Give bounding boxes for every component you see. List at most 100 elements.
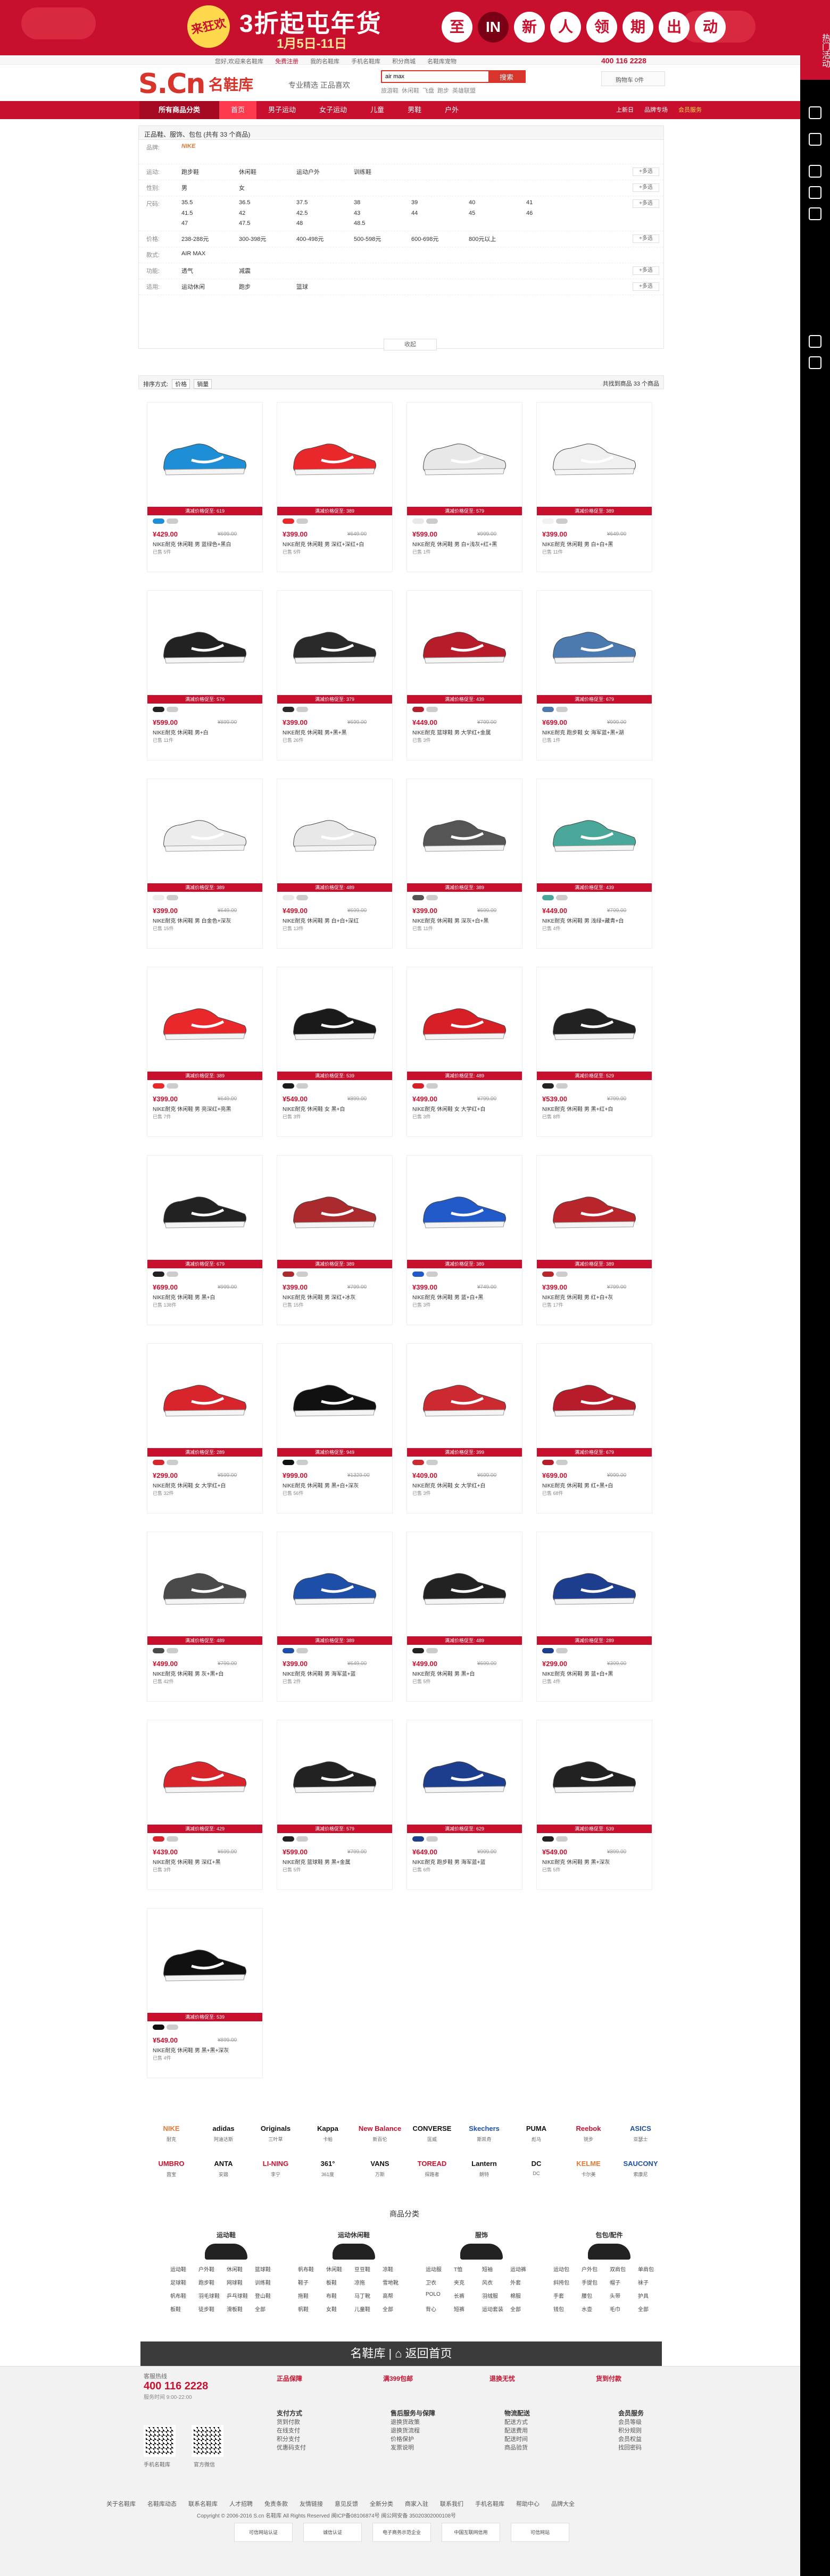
color-swatch[interactable]	[167, 1836, 178, 1842]
category-link[interactable]: 休闲鞋	[227, 2265, 254, 2273]
site-logo[interactable]: S.Cn	[138, 68, 205, 100]
footer-link[interactable]: 找回密码	[618, 2444, 732, 2452]
color-swatch[interactable]	[167, 518, 178, 524]
color-swatch[interactable]	[296, 1836, 308, 1842]
product-name[interactable]: NIKE耐克 休闲鞋 男 亮深红+亮黑	[153, 1105, 257, 1113]
footer-link[interactable]: 积分规则	[618, 2427, 732, 2435]
brand-logo[interactable]: VANS 万斯	[353, 2157, 406, 2187]
product-image[interactable]	[153, 785, 257, 882]
nav-item-shoes[interactable]: 男鞋	[396, 101, 433, 119]
category-link[interactable]: 卫衣	[426, 2278, 453, 2286]
category-link[interactable]: 运动套装	[482, 2305, 509, 2313]
product-image[interactable]	[153, 974, 257, 1070]
promo-banner[interactable]: 来狂欢 3折起屯年货 1月5日-11日 至 IN 新 人 领 期 出 动	[0, 0, 830, 55]
product-card[interactable]: 满减价格促至: 579 ¥599.00 ¥799.00 NIKE耐克 篮球鞋 男 黑+…	[277, 1720, 393, 1890]
multi-select-button[interactable]: +多选	[633, 235, 659, 243]
category-link[interactable]: 全部	[255, 2305, 282, 2313]
color-swatch[interactable]	[426, 895, 438, 900]
category-link[interactable]: 滑板鞋	[227, 2305, 254, 2313]
category-link[interactable]: 足球鞋	[170, 2278, 197, 2286]
product-card[interactable]: 满减价格促至: 679 ¥699.00 ¥999.00 NIKE耐克 休闲鞋 男 黑+…	[147, 1155, 263, 1325]
category-link[interactable]: 网球鞋	[227, 2278, 254, 2286]
category-link[interactable]: 帆布鞋	[298, 2265, 325, 2273]
category-link[interactable]: POLO	[426, 2291, 453, 2299]
category-heading[interactable]: 包包/配件	[553, 2230, 665, 2239]
search-button[interactable]: 搜索	[488, 71, 525, 82]
product-image[interactable]	[542, 1350, 646, 1447]
color-swatch[interactable]	[542, 518, 554, 524]
product-image[interactable]	[283, 785, 387, 882]
category-link[interactable]: 双肩包	[610, 2265, 637, 2273]
cart-button[interactable]: 购物车 0件	[601, 71, 665, 86]
filter-option[interactable]: 43	[354, 210, 411, 218]
category-link[interactable]: 板鞋	[170, 2305, 197, 2313]
product-card[interactable]: 满减价格促至: 399 ¥409.00 ¥699.00 NIKE耐克 休闲鞋 女 大学…	[406, 1343, 522, 1513]
search-input[interactable]	[382, 71, 488, 82]
category-link[interactable]: 棉服	[510, 2291, 537, 2299]
category-link[interactable]: 手提包	[582, 2278, 609, 2286]
color-swatch[interactable]	[283, 518, 294, 524]
coin-icon[interactable]	[809, 133, 821, 146]
sort-sales-button[interactable]: 销量	[194, 379, 212, 389]
brand-logo[interactable]: 361° 361度	[301, 2157, 354, 2187]
color-swatch[interactable]	[412, 1272, 424, 1277]
product-name[interactable]: NIKE耐克 休闲鞋 女 大学红+白	[153, 1481, 257, 1489]
color-swatch[interactable]	[283, 1836, 294, 1842]
category-link[interactable]: 马丁靴	[354, 2291, 381, 2299]
product-card[interactable]: 满减价格促至: 389 ¥399.00 ¥699.00 NIKE耐克 休闲鞋 男 深灰…	[406, 779, 522, 949]
brand-logo[interactable]: Lantern 朗特	[458, 2157, 511, 2187]
category-heading[interactable]: 运动鞋	[170, 2230, 282, 2239]
category-link[interactable]: 风衣	[482, 2278, 509, 2286]
multi-select-button[interactable]: +多选	[633, 168, 659, 176]
category-link[interactable]: 斜挎包	[553, 2278, 580, 2286]
filter-option[interactable]: 41	[526, 199, 584, 207]
brand-logo[interactable]: ANTA 安踏	[197, 2157, 250, 2187]
category-link[interactable]: 毛巾	[610, 2305, 637, 2313]
filter-option[interactable]: 600-698元	[411, 235, 469, 244]
filter-option[interactable]: 跑步鞋	[181, 168, 239, 177]
product-name[interactable]: NIKE耐克 休闲鞋 男 浅绿+藏青+白	[542, 916, 646, 924]
brand-logo[interactable]: Skechers 斯凯奇	[458, 2122, 511, 2152]
category-link[interactable]: 运动鞋	[170, 2265, 197, 2273]
footer-link[interactable]: 会员等级	[618, 2418, 732, 2427]
category-link[interactable]: 篮球鞋	[255, 2265, 282, 2273]
footer-bottom-link[interactable]: 人才招聘	[229, 2499, 253, 2508]
color-swatch[interactable]	[296, 1083, 308, 1089]
points-link[interactable]: 积分商城	[392, 57, 416, 65]
product-card[interactable]: 满减价格促至: 679 ¥699.00 ¥999.00 NIKE耐克 跑步鞋 女 海军…	[536, 590, 652, 760]
category-link[interactable]: 鞋子	[298, 2278, 325, 2286]
color-swatch[interactable]	[542, 895, 554, 900]
color-swatch[interactable]	[426, 518, 438, 524]
footer-link[interactable]: 商品验货	[504, 2444, 618, 2452]
multi-select-button[interactable]: +多选	[633, 183, 659, 192]
product-card[interactable]: 满减价格促至: 389 ¥399.00 ¥649.00 NIKE耐克 休闲鞋 男 海军…	[277, 1532, 393, 1702]
hot-keyword[interactable]: 跑步	[437, 86, 449, 95]
category-link[interactable]: 高帮	[383, 2291, 410, 2299]
color-swatch[interactable]	[296, 707, 308, 712]
product-name[interactable]: NIKE耐克 跑步鞋 女 海军蓝+黑+湖	[542, 728, 646, 736]
nav-item-kids[interactable]: 儿童	[359, 101, 396, 119]
footer-link[interactable]: 优惠码支付	[277, 2444, 391, 2452]
category-link[interactable]: 凉鞋	[383, 2265, 410, 2273]
product-image[interactable]	[283, 1727, 387, 1824]
brand-logo[interactable]: LI-NING 李宁	[249, 2157, 302, 2187]
category-link[interactable]: 帆布鞋	[170, 2291, 197, 2299]
product-image[interactable]	[412, 597, 517, 694]
product-image[interactable]	[412, 1350, 517, 1447]
product-image[interactable]	[153, 1350, 257, 1447]
brand-logo[interactable]: Reebok 锐步	[562, 2122, 615, 2152]
filter-option[interactable]: 800元以上	[469, 235, 526, 244]
footer-bottom-link[interactable]: 免责条款	[264, 2499, 288, 2508]
footer-link[interactable]: 货到付款	[277, 2418, 391, 2427]
color-swatch[interactable]	[167, 1648, 178, 1653]
filter-option[interactable]: 48.5	[354, 220, 411, 228]
color-swatch[interactable]	[283, 707, 294, 712]
brand-logo[interactable]: SAUCONY 索康尼	[614, 2157, 667, 2187]
product-name[interactable]: NIKE耐克 休闲鞋 男 白+白+黑	[542, 540, 646, 548]
category-link[interactable]: 儿童鞋	[354, 2305, 381, 2313]
footer-bottom-link[interactable]: 帮助中心	[516, 2499, 540, 2508]
filter-option[interactable]: 运动户外	[296, 168, 354, 177]
brand-logo[interactable]: PUMA 彪马	[510, 2122, 563, 2152]
footer-link[interactable]: 配送方式	[504, 2418, 618, 2427]
mobile-link[interactable]: 手机名鞋库	[351, 57, 380, 65]
